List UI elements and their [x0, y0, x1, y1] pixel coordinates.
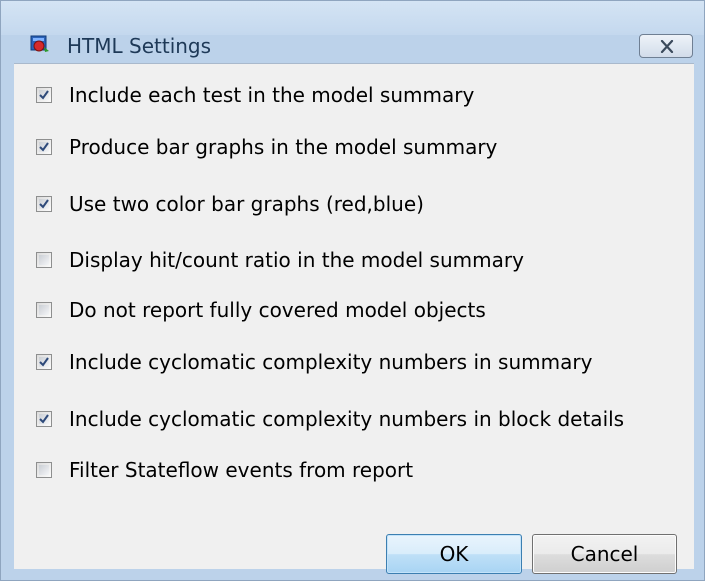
check-icon: [39, 90, 49, 100]
close-button[interactable]: [639, 34, 693, 58]
check-icon: [39, 357, 49, 367]
option-row[interactable]: Produce bar graphs in the model summary: [36, 134, 497, 160]
option-label: Produce bar graphs in the model summary: [69, 135, 498, 159]
ok-button[interactable]: OK: [386, 534, 522, 574]
option-row[interactable]: Include cyclomatic complexity numbers in…: [36, 349, 592, 375]
title-bar[interactable]: [1, 1, 704, 35]
option-label: Use two color bar graphs (red,blue): [69, 192, 424, 216]
cancel-button[interactable]: Cancel: [532, 534, 677, 574]
option-row[interactable]: Include each test in the model summary: [36, 82, 474, 108]
option-label: Include each test in the model summary: [69, 83, 475, 107]
checkbox-checked[interactable]: [36, 139, 52, 155]
option-row[interactable]: Do not report fully covered model object…: [36, 297, 486, 323]
checkbox-unchecked[interactable]: [36, 462, 52, 478]
ok-button-label: OK: [439, 542, 469, 566]
option-row[interactable]: Display hit/count ratio in the model sum…: [36, 247, 524, 273]
check-icon: [39, 142, 49, 152]
option-label: Include cyclomatic complexity numbers in…: [69, 407, 625, 431]
checkbox-checked[interactable]: [36, 87, 52, 103]
option-row[interactable]: Filter Stateflow events from report: [36, 457, 413, 483]
close-icon: [660, 40, 674, 53]
checkbox-checked[interactable]: [36, 196, 52, 212]
option-label: Do not report fully covered model object…: [69, 298, 486, 322]
checkbox-unchecked[interactable]: [36, 302, 52, 318]
checkbox-checked[interactable]: [36, 411, 52, 427]
check-icon: [39, 199, 49, 209]
option-row[interactable]: Include cyclomatic complexity numbers in…: [36, 406, 624, 432]
check-icon: [39, 414, 49, 424]
option-label: Include cyclomatic complexity numbers in…: [69, 350, 593, 374]
cancel-button-label: Cancel: [570, 542, 639, 566]
html-settings-dialog: HTML Settings Include each test in the m…: [0, 0, 705, 581]
option-label: Filter Stateflow events from report: [69, 458, 414, 482]
option-row[interactable]: Use two color bar graphs (red,blue): [36, 191, 424, 217]
checkbox-unchecked[interactable]: [36, 252, 52, 268]
dialog-body: Include each test in the model summary Pr…: [14, 63, 694, 574]
checkbox-checked[interactable]: [36, 354, 52, 370]
option-label: Display hit/count ratio in the model sum…: [69, 248, 524, 272]
app-icon: [30, 35, 49, 52]
window-title: HTML Settings: [67, 34, 212, 58]
